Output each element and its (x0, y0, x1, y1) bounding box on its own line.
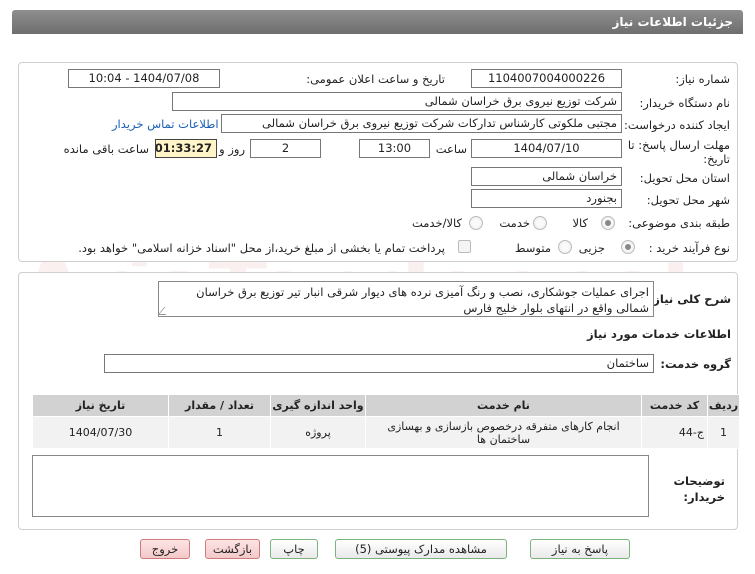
column-header-service-code: کد خدمت (641, 394, 708, 417)
deadline-label-date: تاریخ: (703, 152, 730, 166)
category-option-goods-service: کالا/خدمت (411, 216, 462, 230)
summary-text: اجرای عملیات جوشکاری، نصب و رنگ آمیزی نر… (196, 285, 649, 315)
deadline-time-field: 13:00 (359, 139, 430, 158)
buyer-org-label: نام دستگاه خریدار: (639, 96, 730, 110)
cell-row-number: 1 (707, 416, 740, 449)
print-button[interactable]: چاپ (270, 539, 318, 559)
service-group-label: گروه خدمت: (660, 357, 731, 371)
deadline-date-field: 1404/07/10 (471, 139, 622, 158)
need-number-label: شماره نیاز: (675, 72, 730, 86)
buyer-notes-textarea (32, 455, 649, 517)
table-row: 1 ج-44 انجام کارهای متفرقه درخصوص بازساز… (32, 416, 740, 449)
announce-field: 1404/07/08 - 10:04 (68, 69, 220, 88)
buyer-notes-label: توضیحات (673, 474, 726, 488)
summary-textarea: اجرای عملیات جوشکاری، نصب و رنگ آمیزی نر… (157, 281, 654, 317)
cell-service-name: انجام کارهای متفرقه درخصوص بازسازی و بهس… (365, 416, 642, 449)
column-header-need-date: تاریخ نیاز (32, 394, 169, 417)
category-option-service: خدمت (499, 216, 530, 230)
process-type-label: نوع فرآیند خرید : (648, 241, 730, 255)
process-radio-minor[interactable] (621, 240, 635, 254)
category-label: طبقه بندی موضوعی: (628, 216, 730, 230)
treasury-payment-note: پرداخت تمام یا بخشی از مبلغ خرید،از محل … (78, 241, 445, 255)
creator-label: ایجاد کننده درخواست: (624, 118, 730, 132)
deadline-time-label: ساعت (435, 142, 467, 156)
days-and-label: روز و (219, 142, 245, 156)
exit-button[interactable]: خروج (140, 539, 190, 559)
remaining-label: ساعت باقی مانده (63, 142, 149, 156)
cell-need-date: 1404/07/30 (32, 416, 169, 449)
remaining-time-field: 01:33:27 (155, 139, 217, 158)
process-radio-medium[interactable] (558, 240, 572, 254)
category-radio-goods[interactable] (601, 216, 615, 230)
column-header-unit: واحد اندازه گیری (270, 394, 366, 417)
buyer-org-field: شرکت توزیع نیروی برق خراسان شمالی (172, 92, 622, 111)
resize-handle-icon[interactable] (157, 307, 173, 315)
service-group-field: ساختمان (104, 354, 654, 373)
city-field: بجنورد (471, 189, 622, 208)
creator-field: مجتبی ملکوتی کارشناس تدارکات شرکت توزیع … (221, 114, 622, 133)
province-label: استان محل تحویل: (639, 171, 730, 185)
view-attachments-button[interactable]: مشاهده مدارک پیوستی (5) (335, 539, 507, 559)
cell-quantity: 1 (168, 416, 271, 449)
column-header-service-name: نام خدمت (365, 394, 642, 417)
buyer-notes-label-2: خریدار: (683, 490, 725, 504)
process-option-medium: متوسط (514, 241, 551, 255)
city-label: شهر محل تحویل: (646, 193, 730, 207)
page-title: جزئیات اطلاعات نیاز (12, 10, 743, 34)
province-field: خراسان شمالی (471, 167, 622, 186)
buyer-contact-link[interactable]: اطلاعات تماس خریدار (112, 117, 219, 131)
back-button[interactable]: بازگشت (205, 539, 260, 559)
services-section-title: اطلاعات خدمات مورد نیاز (587, 327, 731, 341)
need-number-field: 1104007004000226 (471, 69, 622, 88)
announce-label: تاریخ و ساعت اعلان عمومی: (306, 72, 445, 86)
remaining-days-field: 2 (250, 139, 321, 158)
column-header-quantity: تعداد / مقدار (168, 394, 271, 417)
category-option-goods: کالا (572, 216, 588, 230)
category-radio-service[interactable] (533, 216, 547, 230)
services-table: ردیف کد خدمت نام خدمت واحد اندازه گیری ت… (32, 394, 740, 449)
reply-button[interactable]: پاسخ به نیاز (530, 539, 630, 559)
column-header-row-number: ردیف (707, 394, 740, 417)
summary-label: شرح کلی نیاز: (648, 292, 731, 306)
cell-unit: پروژه (270, 416, 366, 449)
category-radio-goods-service[interactable] (469, 216, 483, 230)
treasury-payment-checkbox[interactable] (458, 240, 471, 253)
process-option-minor: جزیی (578, 241, 605, 255)
deadline-label: مهلت ارسال پاسخ: تا (627, 138, 730, 152)
cell-service-code: ج-44 (641, 416, 708, 449)
